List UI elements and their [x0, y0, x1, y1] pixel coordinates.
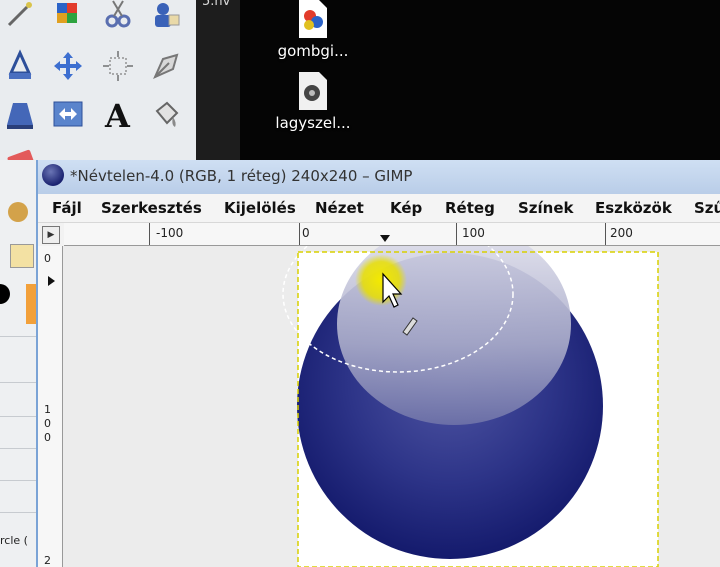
ruler-tick: [149, 223, 150, 245]
background-window-text: 5.nv: [202, 0, 231, 9]
svg-text:A: A: [104, 97, 131, 131]
divider: [0, 448, 36, 449]
color-picker-icon: [57, 3, 77, 23]
paths-pen-icon: [153, 53, 179, 79]
ruler-label: 200: [610, 226, 633, 240]
desktop-icon-label: lagyszel...: [275, 114, 351, 132]
menu-file[interactable]: Fájl: [52, 199, 82, 217]
bucket-fill-tool[interactable]: [146, 94, 186, 134]
ruler-label: 100: [462, 226, 485, 240]
brush-preview-icon[interactable]: [10, 244, 34, 268]
ruler-pointer-marker: [380, 235, 390, 242]
ruler-label: 0: [44, 252, 51, 265]
move-arrows-icon: [54, 52, 82, 80]
text-tool[interactable]: A: [98, 94, 138, 134]
desktop-icon-label: gombgi...: [277, 42, 349, 60]
divider: [0, 480, 36, 481]
scissors-select-tool[interactable]: [98, 0, 138, 34]
ruler-pointer-marker: [48, 276, 55, 286]
desktop: 5.nv gombgi... lagyszel...: [196, 0, 720, 165]
gimp-logo-icon: [42, 164, 64, 186]
window-title: *Névtelen-4.0 (RGB, 1 réteg) 240x240 – G…: [70, 167, 413, 185]
menu-view[interactable]: Nézet: [315, 199, 364, 217]
ruler-label: 0: [302, 226, 310, 240]
desktop-icon-lagyszel[interactable]: lagyszel...: [253, 72, 373, 132]
cursor-highlight: [355, 254, 407, 306]
image-canvas[interactable]: [63, 246, 720, 567]
brush-dot-icon: [0, 284, 10, 304]
divider: [0, 512, 36, 513]
foreground-select-icon: [155, 3, 180, 27]
flip-icon: [53, 101, 83, 127]
image-file-icon: [299, 0, 327, 38]
background-window-strip: 5.nv: [196, 0, 240, 165]
airbrush-tool[interactable]: [0, 0, 40, 34]
menu-tools[interactable]: Eszközök: [595, 199, 672, 217]
ruler-tick: [605, 223, 606, 245]
ruler-label: 2: [44, 554, 51, 567]
document-file-icon: [299, 72, 327, 110]
paths-tool[interactable]: [146, 46, 186, 86]
window-titlebar[interactable]: *Névtelen-4.0 (RGB, 1 réteg) 240x240 – G…: [38, 160, 720, 194]
smudge-icon: [8, 202, 28, 222]
quick-mask-toggle[interactable]: ▶: [42, 226, 60, 244]
menu-image[interactable]: Kép: [390, 199, 422, 217]
vertical-ruler[interactable]: 0 1 0 0 2: [38, 246, 63, 567]
airbrush-icon: [7, 2, 32, 27]
horizontal-ruler[interactable]: -100 0 100 200: [64, 223, 720, 246]
tool-option-label: rcle (: [0, 534, 28, 547]
gimp-image-window: *Névtelen-4.0 (RGB, 1 réteg) 240x240 – G…: [36, 160, 720, 567]
desktop-icon-gombgi[interactable]: gombgi...: [253, 0, 373, 60]
bucket-fill-icon: [155, 101, 179, 127]
menu-bar: Fájl Szerkesztés Kijelölés Nézet Kép Rét…: [38, 194, 720, 223]
divider: [0, 336, 36, 337]
flip-tool[interactable]: [48, 94, 88, 134]
ruler-label: 1: [44, 403, 51, 416]
perspective-icon: [7, 103, 33, 129]
scissors-icon: [105, 0, 131, 28]
clone-tool[interactable]: [0, 46, 40, 86]
crop-tool[interactable]: [98, 46, 138, 86]
ruler-label: -100: [156, 226, 184, 240]
canvas-area[interactable]: [63, 246, 720, 567]
foreground-select-tool[interactable]: [146, 0, 186, 34]
move-tool[interactable]: [48, 46, 88, 86]
ruler-label: 0: [44, 431, 51, 444]
ruler-tick: [299, 223, 300, 245]
menu-colors[interactable]: Színek: [518, 199, 574, 217]
smudge-tool[interactable]: [0, 194, 36, 230]
divider: [0, 382, 36, 383]
color-swatch[interactable]: [26, 284, 36, 324]
perspective-tool[interactable]: [0, 94, 40, 134]
menu-layer[interactable]: Réteg: [445, 199, 495, 217]
menu-filters[interactable]: Szű: [694, 199, 720, 217]
text-a-icon: A: [104, 97, 131, 131]
color-picker-tool[interactable]: [48, 0, 88, 34]
crop-icon: [103, 51, 133, 81]
divider: [0, 416, 36, 417]
clone-stamp-icon: [8, 49, 32, 79]
tool-options-panel: [0, 160, 39, 567]
menu-edit[interactable]: Szerkesztés: [101, 199, 202, 217]
ruler-label: 0: [44, 417, 51, 430]
ruler-tick: [456, 223, 457, 245]
menu-select[interactable]: Kijelölés: [224, 199, 296, 217]
